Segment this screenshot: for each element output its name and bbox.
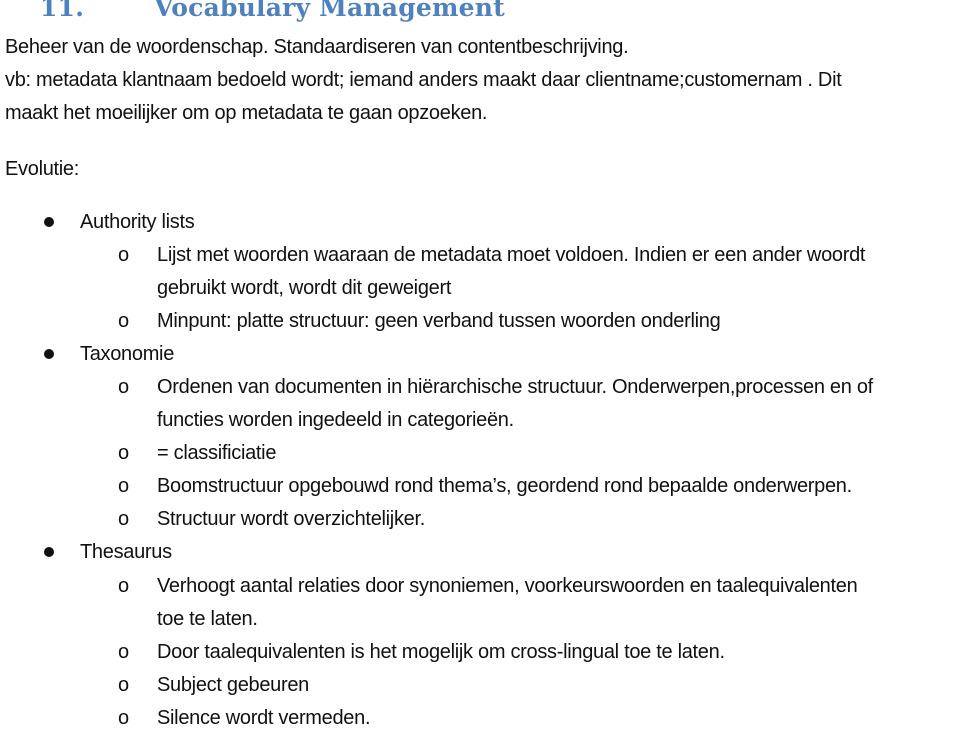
sub-bullet-icon: o bbox=[118, 244, 130, 266]
sub-bullet-icon: o bbox=[118, 376, 130, 398]
bullet-icon bbox=[44, 349, 54, 359]
list-item: Verhoogt aantal relaties door synoniemen… bbox=[157, 575, 858, 597]
intro-line: Beheer van de woordenschap. Standaardise… bbox=[5, 36, 629, 58]
sub-bullet-icon: o bbox=[118, 442, 130, 464]
section-label-thesaurus: Thesaurus bbox=[80, 541, 172, 563]
list-item: Subject gebeuren bbox=[157, 674, 309, 696]
section-label-taxonomie: Taxonomie bbox=[80, 343, 175, 365]
sub-bullet-icon: o bbox=[118, 641, 130, 663]
list-item: Lijst met woorden waaraan de metadata mo… bbox=[157, 244, 866, 266]
heading-title: Vocabulary Management bbox=[154, 0, 505, 22]
section-heading: 11. Vocabulary Management bbox=[40, 0, 505, 22]
list-item-continuation: gebruikt wordt, wordt dit geweigert bbox=[157, 277, 452, 299]
sub-bullet-icon: o bbox=[118, 575, 130, 597]
intro-line: vb: metadata klantnaam bedoeld wordt; ie… bbox=[5, 69, 842, 91]
heading-number: 11. bbox=[40, 0, 85, 22]
list-item: Ordenen van documenten in hiërarchische … bbox=[157, 376, 873, 398]
evolution-label: Evolutie: bbox=[5, 158, 80, 180]
intro-line: maakt het moeilijker om op metadata te g… bbox=[5, 102, 488, 124]
bullet-icon bbox=[44, 217, 54, 227]
sub-bullet-icon: o bbox=[118, 475, 130, 497]
bullet-icon bbox=[44, 547, 54, 557]
sub-bullet-icon: o bbox=[118, 674, 130, 696]
list-item: = classificiatie bbox=[157, 442, 277, 464]
sub-bullet-icon: o bbox=[118, 508, 130, 530]
list-item: Structuur wordt overzichtelijker. bbox=[157, 508, 425, 530]
list-item-continuation: toe te laten. bbox=[157, 608, 258, 630]
sub-bullet-icon: o bbox=[118, 310, 130, 332]
section-label-authority-lists: Authority lists bbox=[80, 211, 195, 233]
list-item: Door taalequivalenten is het mogelijk om… bbox=[157, 641, 725, 663]
list-item-continuation: functies worden ingedeeld in categorieën… bbox=[157, 409, 514, 431]
list-item: Boomstructuur opgebouwd rond thema’s, ge… bbox=[157, 475, 852, 497]
list-item: Minpunt: platte structuur: geen verband … bbox=[157, 310, 721, 332]
